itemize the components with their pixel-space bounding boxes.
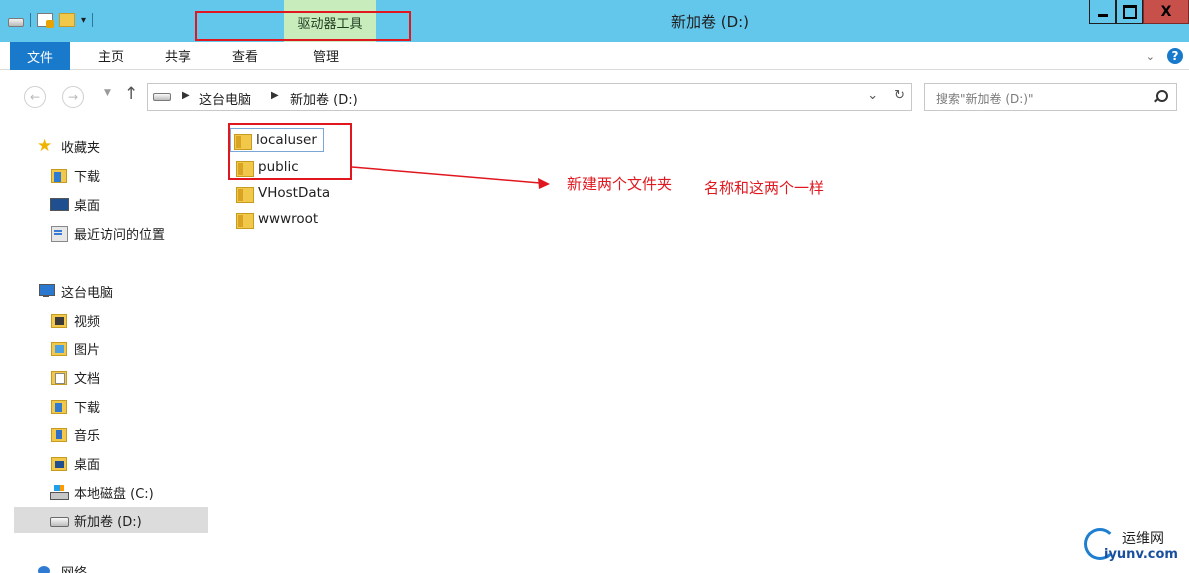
- annotation-arrow-head: [538, 178, 550, 189]
- annotation-text-same-names: 名称和这两个一样: [704, 179, 825, 197]
- annotation-arrow: [351, 166, 550, 189]
- watermark-top-text: 运维网: [1122, 531, 1164, 547]
- annotation-arrow-line: [351, 166, 541, 184]
- watermark-bottom-text: iyunv.com: [1104, 547, 1178, 562]
- watermark-logo: 运维网 iyunv.com: [1084, 527, 1184, 569]
- annotation-text-new-folders: 新建两个文件夹: [567, 175, 673, 193]
